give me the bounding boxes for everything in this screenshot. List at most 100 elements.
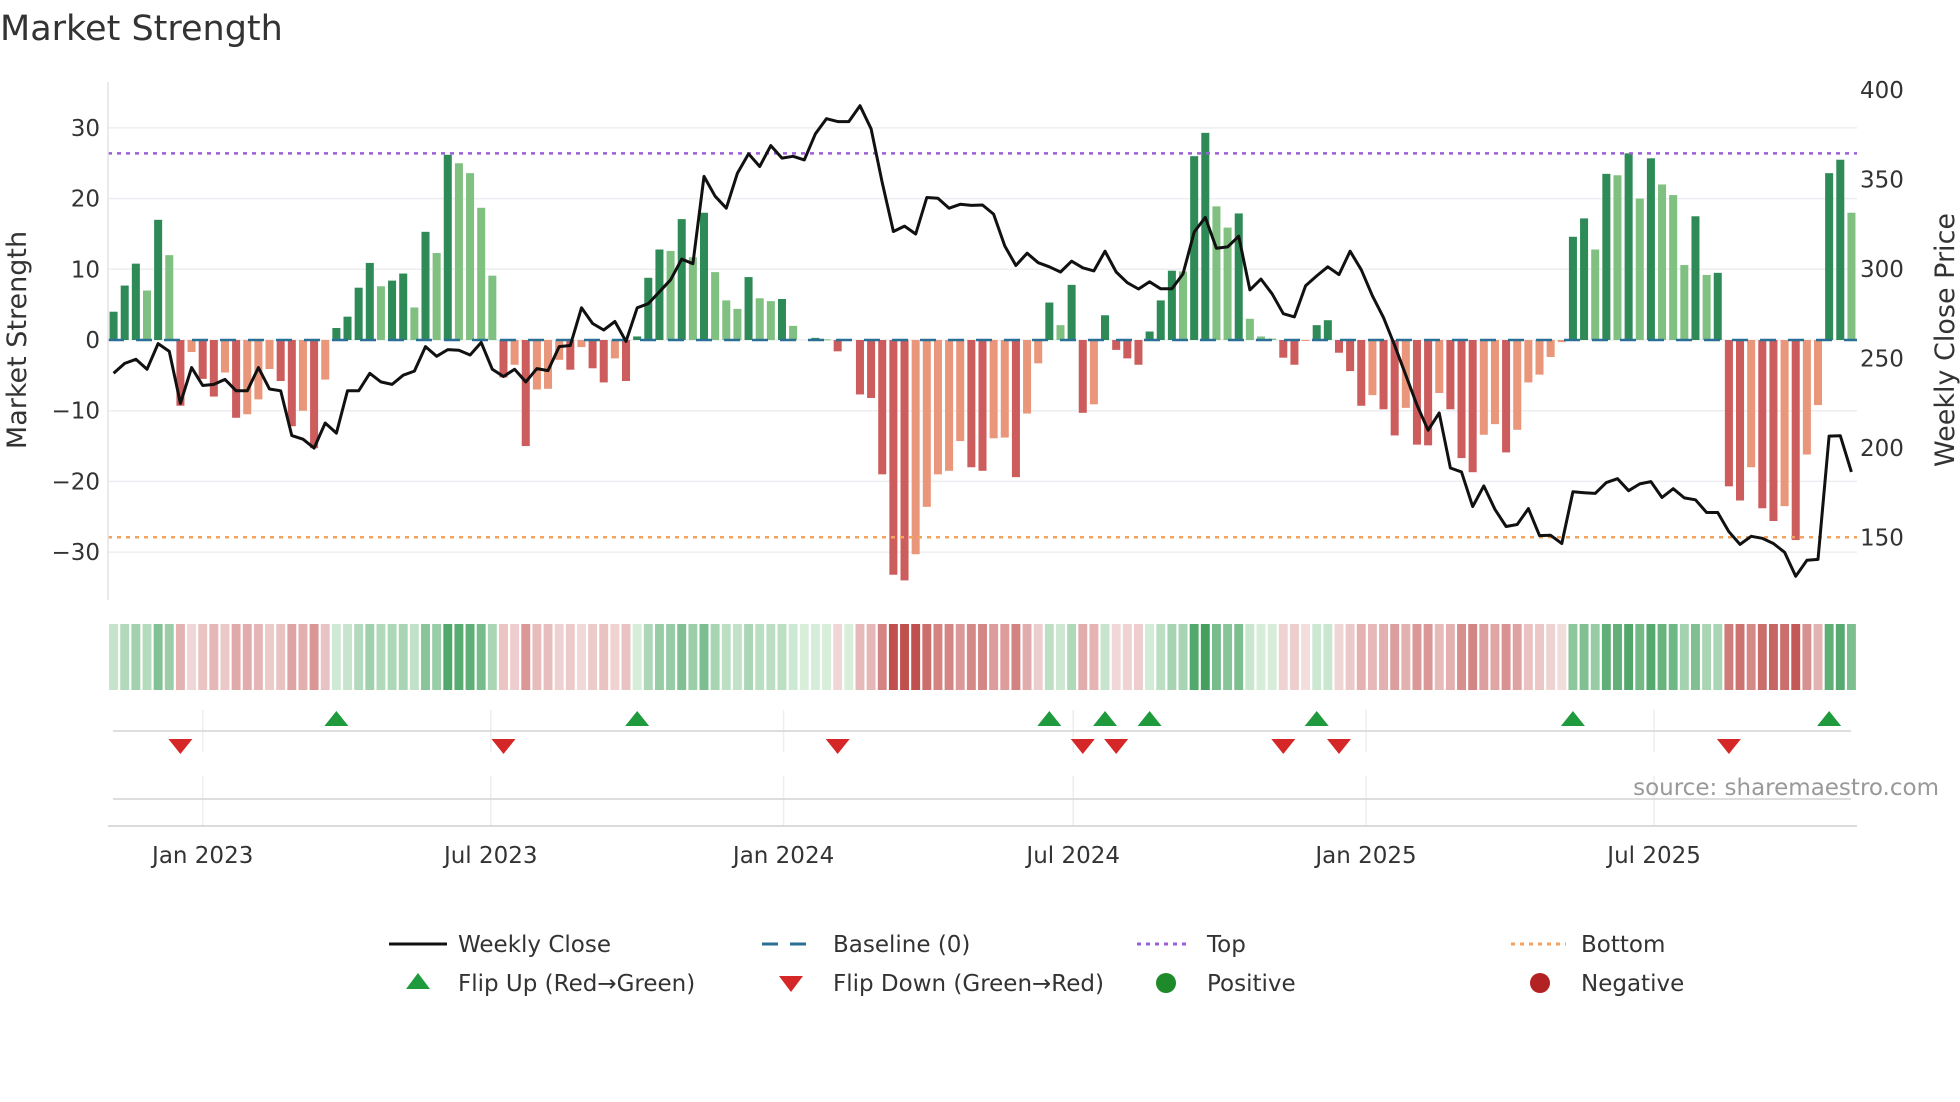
heatmap-cell [521,624,531,690]
heatmap-cell [944,624,954,690]
strength-bar [310,340,319,449]
heatmap-cell [654,624,664,690]
strength-bar [276,340,285,382]
strength-bar [789,325,798,340]
heatmap-cell [1813,624,1823,690]
heatmap-cell [198,624,208,690]
heatmap-cell [1835,624,1845,690]
strength-bar [1078,340,1087,413]
strength-bars [109,132,1856,581]
heatmap-cell [1824,624,1834,690]
heatmap-cell [1735,624,1745,690]
strength-bar [421,231,430,340]
flip-up-marker-icon [324,711,349,726]
heatmap-cell [1613,624,1622,690]
heatmap-cell [153,624,163,690]
strength-bar [722,300,731,340]
strength-bar [165,255,174,340]
flip-down-marker-icon [1104,739,1129,754]
strength-bar [1379,340,1388,410]
source-label: source: sharemaestro.com [1633,775,1939,801]
heatmap-cell [1768,624,1778,690]
heatmap-cell [1635,624,1645,690]
heatmap-cell [298,624,308,690]
strength-bar [321,340,330,380]
strength-bar [1357,340,1366,406]
strength-bar [1457,340,1466,459]
strength-bar [744,277,753,340]
strength-bar [777,298,786,340]
strength-bar [1769,340,1778,521]
strength-bar [220,340,229,373]
heatmap-cell [1245,624,1255,690]
heatmap-cell [599,624,609,690]
strength-bar [633,336,642,340]
strength-bar [265,340,274,369]
x-tick-label: Jan 2024 [731,843,834,869]
strength-bar [677,219,686,340]
heatmap-cell [1189,624,1199,690]
heatmap-cell [1345,624,1355,690]
heatmap-cell [1323,624,1333,690]
strength-bar [142,290,152,340]
strength-bar [454,163,463,340]
heatmap-cell [1089,624,1099,690]
y2-axis-label: Weekly Close Price [1930,213,1960,467]
heatmap-cell [565,624,575,690]
strength-bar [766,301,775,340]
heatmap-cell [799,624,809,690]
strength-bar [1713,272,1722,340]
heatmap-cell [320,624,330,690]
heatmap-cell [1668,624,1678,690]
heatmap-cell [610,624,620,690]
flip-down-marker-icon [1271,739,1296,754]
strength-bar [1568,236,1577,340]
strength-bar [1134,340,1143,365]
strength-bar [1156,300,1165,340]
heatmap-cell [632,624,642,690]
heatmap-cell [142,624,152,690]
strength-bar [599,340,608,383]
strength-bar [1836,159,1845,340]
flip-down-marker-icon [168,739,193,754]
heatmap-cell [978,624,987,690]
strength-bar [1802,340,1811,455]
flip-up-marker-icon [625,711,650,726]
strength-bar [1691,216,1700,340]
heatmap-cell [721,624,731,690]
legend-flip-up-label: Flip Up (Red→Green) [458,971,695,997]
heatmap-cell [833,624,843,690]
x-tick-label: Jul 2024 [1024,843,1120,869]
strength-bar [354,287,363,340]
heatmap-cell [331,624,341,690]
heatmap-cell [955,624,965,690]
heatmap-cell [387,624,397,690]
strength-bar [1513,340,1522,430]
strength-bar [967,340,976,468]
strength-bar [711,272,720,340]
heatmap-cell [788,624,798,690]
heatmap-cell [1479,624,1489,690]
strength-bar [1580,218,1589,340]
strength-bar [1658,184,1667,340]
legend-negative-icon [1530,973,1550,993]
heatmap-cell [499,624,508,690]
strength-bar [1758,340,1767,509]
heatmap-cell [1412,624,1422,690]
legend-flip-up-icon [406,973,430,989]
strength-bar [1301,340,1310,341]
strength-bar [956,340,965,442]
strength-bar [109,311,118,340]
heatmap-cell [1301,624,1311,690]
legend-weekly-close-label: Weekly Close [458,932,611,958]
y-tick-label: 10 [71,257,100,283]
heatmap-cell [688,624,698,690]
heatmap-cell [621,624,631,690]
strength-bar [1535,340,1544,375]
heatmap-cell [120,624,130,690]
y2-tick-label: 150 [1860,526,1904,552]
strength-bar [855,340,864,395]
heatmap-cell [822,624,831,690]
strength-bar [1034,340,1043,364]
strength-bar [477,207,486,340]
